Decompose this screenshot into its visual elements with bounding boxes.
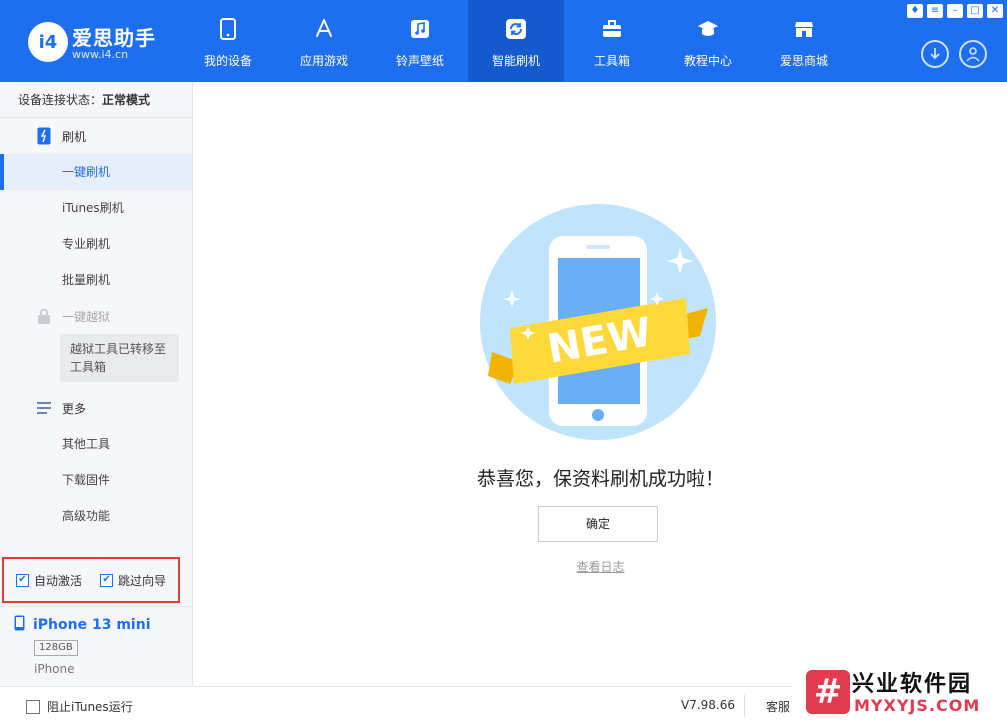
auto-activate-checkbox[interactable]: ✔ 自动激活 [16,572,82,589]
check-icon: ✔ [16,573,29,587]
device-type: iPhone [34,662,75,676]
check-icon: ✔ [100,573,114,587]
device-phone-icon [14,615,25,635]
store-icon [793,18,815,40]
section-title: 一键越狱 [62,309,111,324]
nav-ringtones-wallpapers[interactable]: 铃声壁纸 [372,0,468,82]
sidebar-item-one-click-flash[interactable]: 一键刷机 [0,154,192,190]
download-icon[interactable] [921,40,949,68]
ok-button[interactable]: 确定 [538,506,658,542]
top-header: i4 爱思助手 www.i4.cn 我的设备 应用游戏 铃声壁纸 智能刷机 工具… [0,0,1007,82]
checkbox-label: 跳过向导 [118,573,167,588]
graduation-cap-icon [697,18,719,40]
sidebar-item-pro-flash[interactable]: 专业刷机 [0,226,192,262]
connection-status: 设备连接状态：正常模式 [0,82,192,118]
sidebar-item-batch-flash[interactable]: 批量刷机 [0,262,192,298]
lock-icon [36,308,52,324]
jailbreak-moved-note: 越狱工具已转移至工具箱 [60,334,179,382]
i4-logo: i4 [28,22,68,62]
minimize-icon[interactable]: – [947,4,963,18]
nav-my-device[interactable]: 我的设备 [180,0,276,82]
skip-guide-checkbox[interactable]: ✔ 跳过向导 [100,572,166,589]
nav-label: 智能刷机 [491,54,540,68]
nav-label: 爱思商城 [779,54,828,68]
success-message: 恭喜您，保资料刷机成功啦！ [476,468,724,490]
checkbox-empty-icon [26,699,40,714]
view-log-link[interactable]: 查看日志 [194,558,1007,575]
main-nav: 我的设备 应用游戏 铃声壁纸 智能刷机 工具箱 教程中心 爱思商城 [180,0,852,82]
version-label: V7.98.66 [681,698,736,712]
watermark-title: 兴业软件园 [852,672,973,697]
sidebar-item-advanced[interactable]: 高级功能 [0,498,192,534]
section-flash: 刷机 [0,118,192,154]
user-avatar-icon[interactable] [959,40,987,68]
site-watermark: # 兴业软件园 MYXYJS.COM [792,660,1007,725]
device-name: iPhone 13 mini [33,617,151,633]
menu-icon[interactable]: ≡ [927,4,943,18]
divider [744,695,745,717]
new-phone-illustration: NEW [480,204,716,440]
nav-apps-games[interactable]: 应用游戏 [276,0,372,82]
nav-toolbox[interactable]: 工具箱 [564,0,660,82]
nav-label: 应用游戏 [299,54,348,68]
music-note-icon [409,18,431,40]
brand-name: 爱思助手 [72,26,156,50]
nav-tutorials[interactable]: 教程中心 [660,0,756,82]
nav-store[interactable]: 爱思商城 [756,0,852,82]
sidebar-item-other-tools[interactable]: 其他工具 [0,426,192,462]
app-store-icon [313,18,335,40]
device-info: iPhone 13 mini 128GB iPhone [0,606,193,686]
close-icon[interactable]: ✕ [987,4,1003,18]
nav-smart-flash[interactable]: 智能刷机 [468,0,564,82]
nav-label: 工具箱 [593,54,630,68]
status-value: 正常模式 [102,93,151,107]
customer-service-link[interactable]: 客服 [766,698,790,715]
watermark-url: MYXYJS.COM [854,696,981,715]
checkbox-label: 阻止iTunes运行 [47,700,133,714]
block-itunes-checkbox[interactable]: 阻止iTunes运行 [26,698,133,715]
nav-label: 铃声壁纸 [395,54,444,68]
maximize-icon[interactable]: □ [967,4,983,18]
toolbox-icon [601,18,623,40]
section-more: 更多 [0,390,192,426]
sidebar-item-itunes-flash[interactable]: iTunes刷机 [0,190,192,226]
window-controls: ♦ ≡ – □ ✕ [907,4,1003,18]
phone-icon [217,18,239,40]
watermark-logo-icon: # [806,670,850,714]
device-name-row: iPhone 13 mini [14,615,193,635]
skin-icon[interactable]: ♦ [907,4,923,18]
nav-label: 我的设备 [203,54,252,68]
checkbox-label: 自动激活 [34,573,83,588]
status-label: 设备连接状态： [18,93,103,107]
nav-label: 教程中心 [683,54,732,68]
list-icon [36,400,52,416]
device-capacity: 128GB [34,640,78,656]
flash-phone-icon [36,127,52,145]
section-jailbreak: 一键越狱 [0,298,192,334]
section-title: 刷机 [62,129,87,144]
option-checkboxes: ✔ 自动激活 ✔ 跳过向导 [2,557,180,603]
sidebar: 设备连接状态：正常模式 刷机 一键刷机 iTunes刷机 专业刷机 批量刷机 一… [0,82,193,686]
main-content: NEW 恭喜您，保资料刷机成功啦！ 确定 查看日志 [194,82,1007,686]
sidebar-item-download-firmware[interactable]: 下载固件 [0,462,192,498]
refresh-icon [505,18,527,40]
section-title: 更多 [62,401,87,416]
brand-url: www.i4.cn [72,48,129,61]
